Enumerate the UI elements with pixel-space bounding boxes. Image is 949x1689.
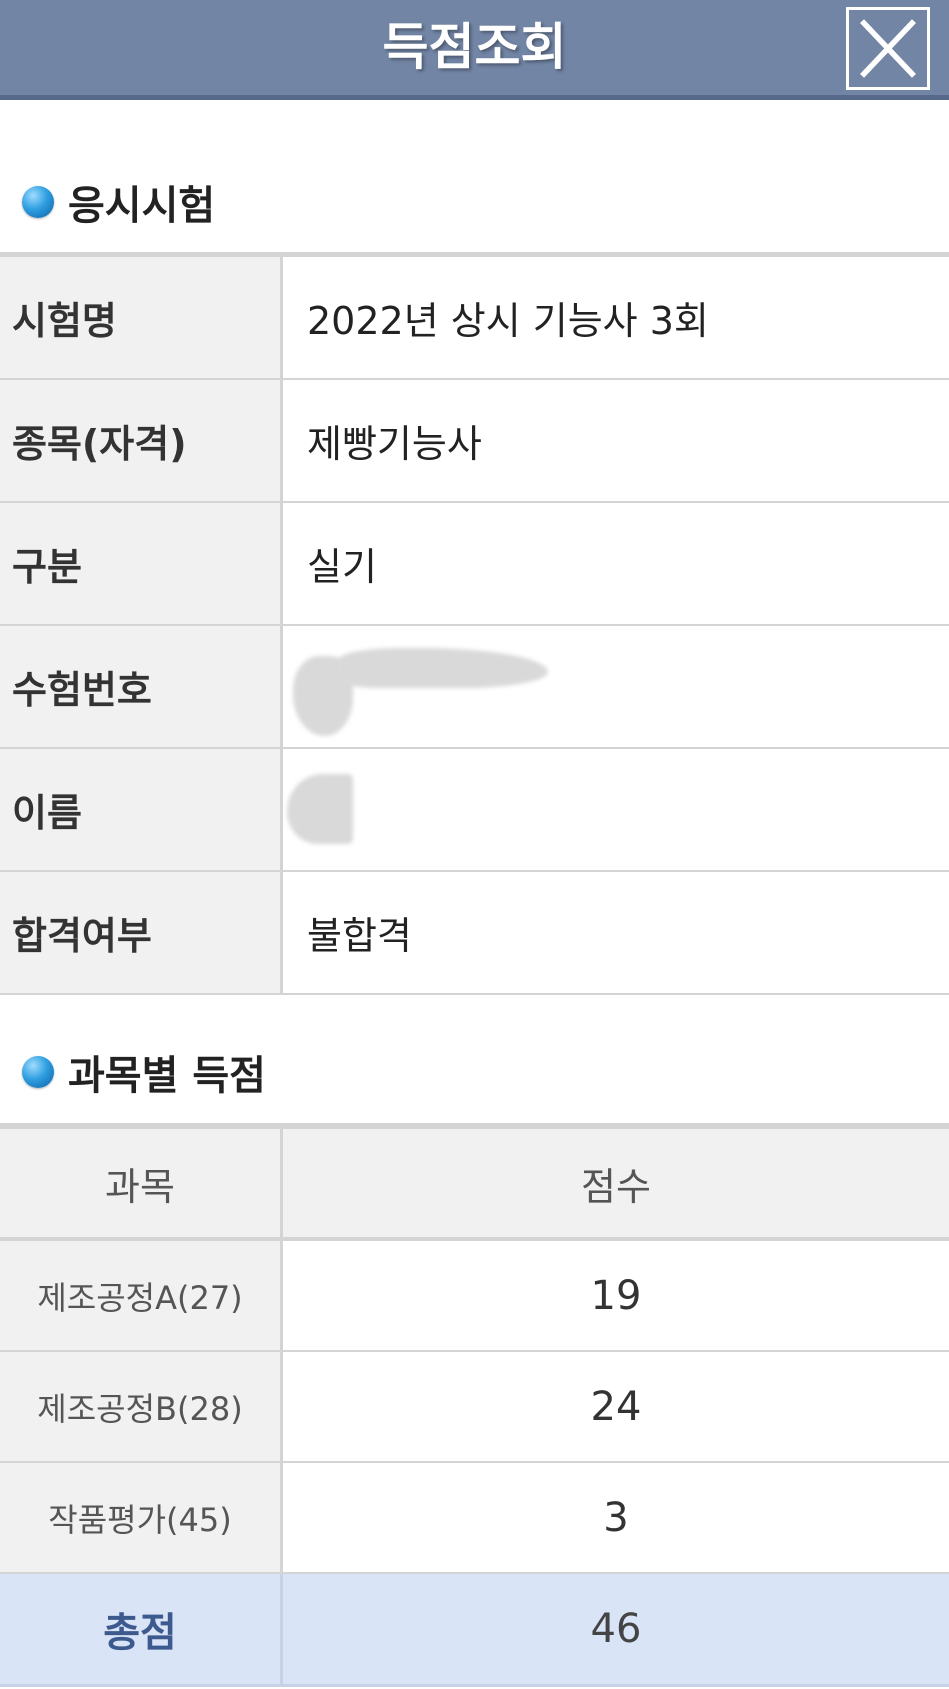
close-button[interactable] bbox=[846, 7, 930, 90]
info-value: 제빵기능사 bbox=[307, 422, 482, 466]
bullet-dot-icon bbox=[22, 1056, 54, 1088]
exam-info-table: 시험명 2022년 상시 기능사 3회 종목(자격) 제빵기능사 구분 실기 수… bbox=[0, 252, 949, 995]
info-row-exam-number: 수험번호 bbox=[0, 626, 949, 749]
info-row-pass-status: 합격여부 불합격 bbox=[0, 872, 949, 995]
info-row-exam-name: 시험명 2022년 상시 기능사 3회 bbox=[0, 257, 949, 380]
close-x-icon bbox=[860, 19, 916, 78]
bullet-dot-icon bbox=[22, 186, 54, 218]
table-row: 제조공정B(28) 24 bbox=[0, 1352, 949, 1463]
info-label: 시험명 bbox=[0, 257, 283, 378]
info-label: 이름 bbox=[0, 749, 283, 870]
score-cell: 3 bbox=[603, 1494, 629, 1541]
info-label: 합격여부 bbox=[0, 872, 283, 993]
exam-section-title: 응시시험 bbox=[22, 172, 215, 232]
info-value: 실기 bbox=[307, 545, 377, 589]
info-row-qualification: 종목(자격) 제빵기능사 bbox=[0, 380, 949, 503]
subject-cell: 제조공정A(27) bbox=[0, 1241, 283, 1350]
info-label: 구분 bbox=[0, 503, 283, 624]
redaction-mark bbox=[338, 648, 548, 688]
total-score: 46 bbox=[283, 1574, 949, 1684]
exam-section-title-text: 응시시험 bbox=[68, 183, 216, 229]
redaction-mark bbox=[287, 774, 353, 844]
total-label: 총점 bbox=[0, 1574, 283, 1684]
title-bar: 득점조회 bbox=[0, 0, 949, 100]
subject-cell: 작품평가(45) bbox=[0, 1463, 283, 1572]
info-label: 수험번호 bbox=[0, 626, 283, 747]
info-row-type: 구분 실기 bbox=[0, 503, 949, 626]
redacted-value bbox=[283, 749, 949, 870]
info-value: 2022년 상시 기능사 3회 bbox=[307, 299, 709, 343]
score-table-header: 과목 점수 bbox=[0, 1129, 949, 1241]
score-section-title: 과목별 득점 bbox=[22, 1042, 266, 1102]
subject-cell: 제조공정B(28) bbox=[0, 1352, 283, 1461]
score-section-title-text: 과목별 득점 bbox=[68, 1053, 266, 1099]
score-table: 과목 점수 제조공정A(27) 19 제조공정B(28) 24 작품평가(45)… bbox=[0, 1123, 949, 1687]
info-label: 종목(자격) bbox=[0, 380, 283, 501]
score-cell: 19 bbox=[590, 1272, 642, 1319]
score-cell: 24 bbox=[590, 1383, 642, 1430]
table-row: 작품평가(45) 3 bbox=[0, 1463, 949, 1574]
redacted-value bbox=[283, 626, 949, 747]
total-row: 총점 46 bbox=[0, 1574, 949, 1687]
column-header-subject: 과목 bbox=[0, 1129, 283, 1237]
table-row: 제조공정A(27) 19 bbox=[0, 1241, 949, 1352]
info-row-name: 이름 bbox=[0, 749, 949, 872]
pass-status-value: 불합격 bbox=[307, 914, 412, 958]
page-title: 득점조회 bbox=[382, 18, 567, 76]
column-header-score: 점수 bbox=[283, 1129, 949, 1237]
